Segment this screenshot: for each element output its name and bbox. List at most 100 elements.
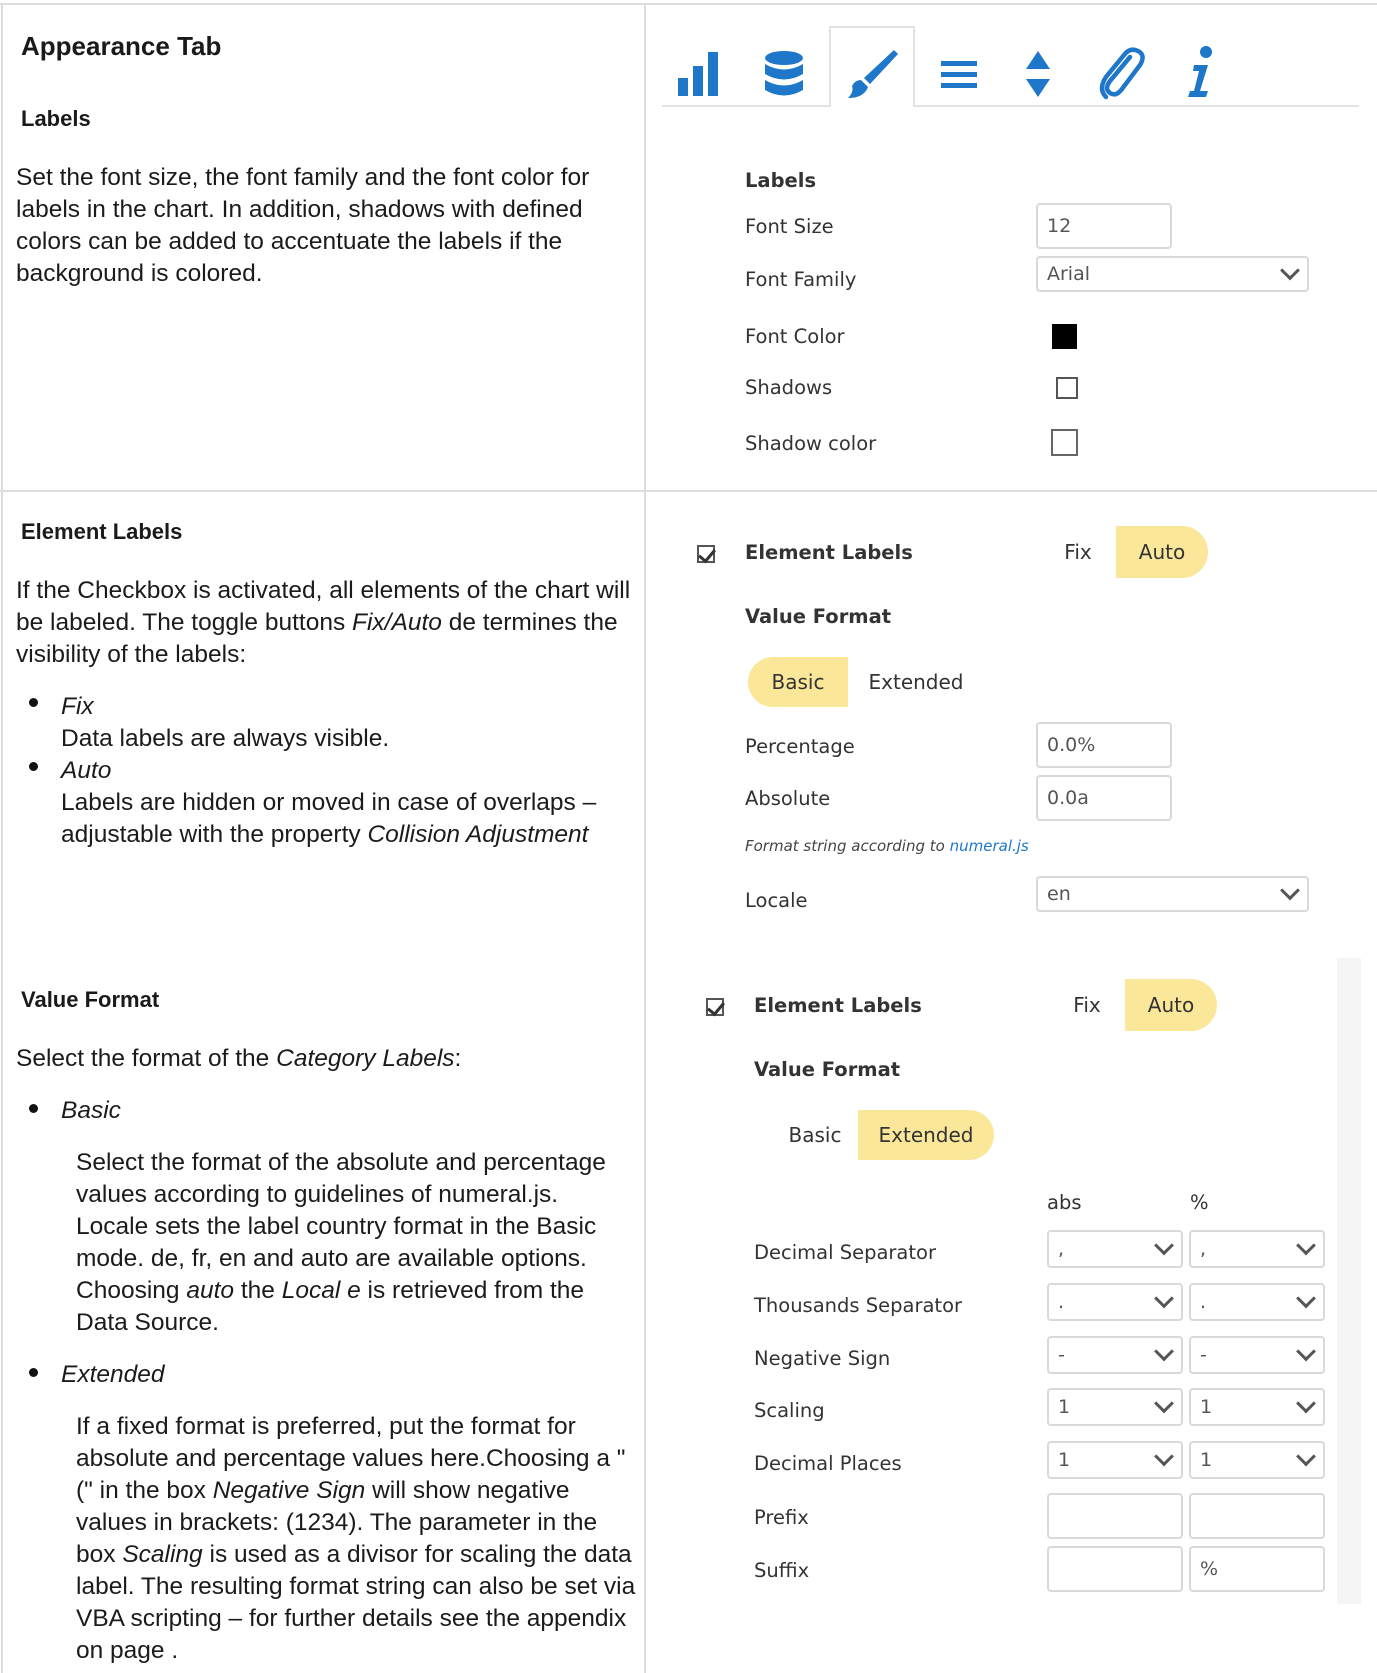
format-hint: Format string according to numeral.js [745,837,1029,855]
extended-pct-select[interactable]: 1 [1189,1388,1325,1426]
font-family-label: Font Family [745,268,857,291]
element-labels-label: Element Labels [754,994,922,1017]
suffix-pct-input[interactable]: % [1189,1546,1325,1592]
prefix-abs-input[interactable] [1047,1493,1183,1539]
numeral-js-link[interactable]: numeral.js [950,837,1029,855]
extended-pct-select[interactable]: . [1189,1283,1325,1321]
fix-toggle[interactable]: Fix [1040,526,1116,578]
extended-row-label: Negative Sign [754,1347,891,1370]
basic-toggle[interactable]: Basic [748,657,848,707]
font-size-label: Font Size [745,215,834,238]
scrollbar-track[interactable] [1337,958,1361,1604]
font-size-input[interactable]: 12 [1036,203,1172,249]
select-value: 1 [1058,1449,1071,1471]
auto-bullet-text: Labels are hidden or moved in case of ov… [61,789,597,848]
chevron-down-icon [1154,1341,1174,1362]
tab-bar-baseline [662,105,1359,107]
locale-select[interactable]: en [1036,876,1309,912]
auto-bullet-title: Auto [61,757,112,784]
locale-value: en [1047,883,1071,905]
brush-icon[interactable] [846,48,898,105]
extended-abs-select[interactable]: . [1047,1283,1183,1321]
select-value: 1 [1200,1449,1213,1471]
table-border-top [0,3,1377,5]
database-icon[interactable] [764,50,804,103]
suffix-abs-input[interactable] [1047,1546,1183,1592]
auto-toggle[interactable]: Auto [1116,526,1208,578]
element-labels-heading: Element Labels [21,519,183,544]
extended-abs-select[interactable]: 1 [1047,1388,1183,1426]
select-value: . [1200,1291,1207,1313]
locale-label: Locale [745,889,808,912]
select-value: . [1058,1291,1065,1313]
chevron-down-icon [1296,1341,1316,1362]
shadows-checkbox[interactable] [1056,377,1078,399]
element-labels-checkbox[interactable] [706,997,725,1017]
basic-bullet-text: Select the format of the absolute and pe… [76,1149,606,1336]
extended-row-label: Scaling [754,1399,825,1422]
chevron-down-icon [1296,1235,1316,1256]
extended-abs-select[interactable]: , [1047,1230,1183,1268]
value-format-label: Value Format [754,1058,901,1081]
select-value: 1 [1200,1396,1213,1418]
basic-toggle[interactable]: Basic [772,1110,858,1160]
element-labels-checkbox[interactable] [697,544,716,564]
select-value: , [1058,1238,1065,1260]
extended-pct-select[interactable]: , [1189,1230,1325,1268]
value-format-description: Select the format of the Category Labels… [16,1045,462,1072]
basic-bullet-title: Basic [61,1097,121,1124]
chevron-down-icon [1296,1288,1316,1309]
chevron-down-icon [1154,1446,1174,1467]
value-format-label: Value Format [745,605,892,628]
chevron-down-icon [1154,1393,1174,1414]
percentage-label: Percentage [745,735,855,758]
labels-heading: Labels [21,106,91,131]
bullet [29,1368,38,1377]
fix-toggle[interactable]: Fix [1049,979,1125,1031]
extended-bullet-title: Extended [61,1361,165,1388]
menu-icon[interactable] [941,60,977,95]
extended-row-label: Thousands Separator [754,1294,963,1317]
table-border-left [1,3,3,1673]
prefix-pct-input[interactable] [1189,1493,1325,1539]
chart-icon[interactable] [678,50,722,103]
select-value: - [1058,1344,1065,1366]
percent-column-header: % [1190,1191,1209,1214]
extended-pct-select[interactable]: 1 [1189,1441,1325,1479]
info-icon[interactable] [1186,45,1216,104]
extended-bullet-text: If a fixed format is preferred, put the … [76,1413,636,1664]
extended-pct-select[interactable]: - [1189,1336,1325,1374]
font-color-swatch[interactable] [1052,324,1077,349]
absolute-input[interactable]: 0.0a [1036,775,1172,821]
extended-row-label: Decimal Places [754,1452,902,1475]
fix-bullet-title: Fix [61,693,94,720]
select-value: , [1200,1238,1207,1260]
table-column-divider [644,3,646,1673]
check-icon [707,997,725,1017]
bullet [29,698,38,707]
element-labels-label: Element Labels [745,541,913,564]
chevron-down-icon [1280,260,1300,281]
sort-icon[interactable] [1024,49,1052,104]
extended-row-label: Decimal Separator [754,1241,936,1264]
font-family-select[interactable]: Arial [1036,256,1309,292]
auto-toggle[interactable]: Auto [1125,979,1217,1031]
absolute-label: Absolute [745,787,831,810]
prefix-label: Prefix [754,1506,809,1529]
shadow-color-swatch[interactable] [1051,429,1078,456]
chevron-down-icon [1154,1235,1174,1256]
value-format-heading: Value Format [21,987,160,1012]
paperclip-icon[interactable] [1096,47,1146,106]
abs-column-header: abs [1047,1191,1082,1214]
extended-toggle[interactable]: Extended [848,657,984,707]
font-family-value: Arial [1047,263,1091,285]
extended-toggle[interactable]: Extended [858,1110,994,1160]
extended-abs-select[interactable]: - [1047,1336,1183,1374]
percentage-input[interactable]: 0.0% [1036,722,1172,768]
bullet [29,1104,38,1113]
chevron-down-icon [1280,880,1300,901]
fix-bullet-text: Data labels are always visible. [61,725,390,752]
font-color-label: Font Color [745,325,845,348]
shadow-color-label: Shadow color [745,432,877,455]
extended-abs-select[interactable]: 1 [1047,1441,1183,1479]
